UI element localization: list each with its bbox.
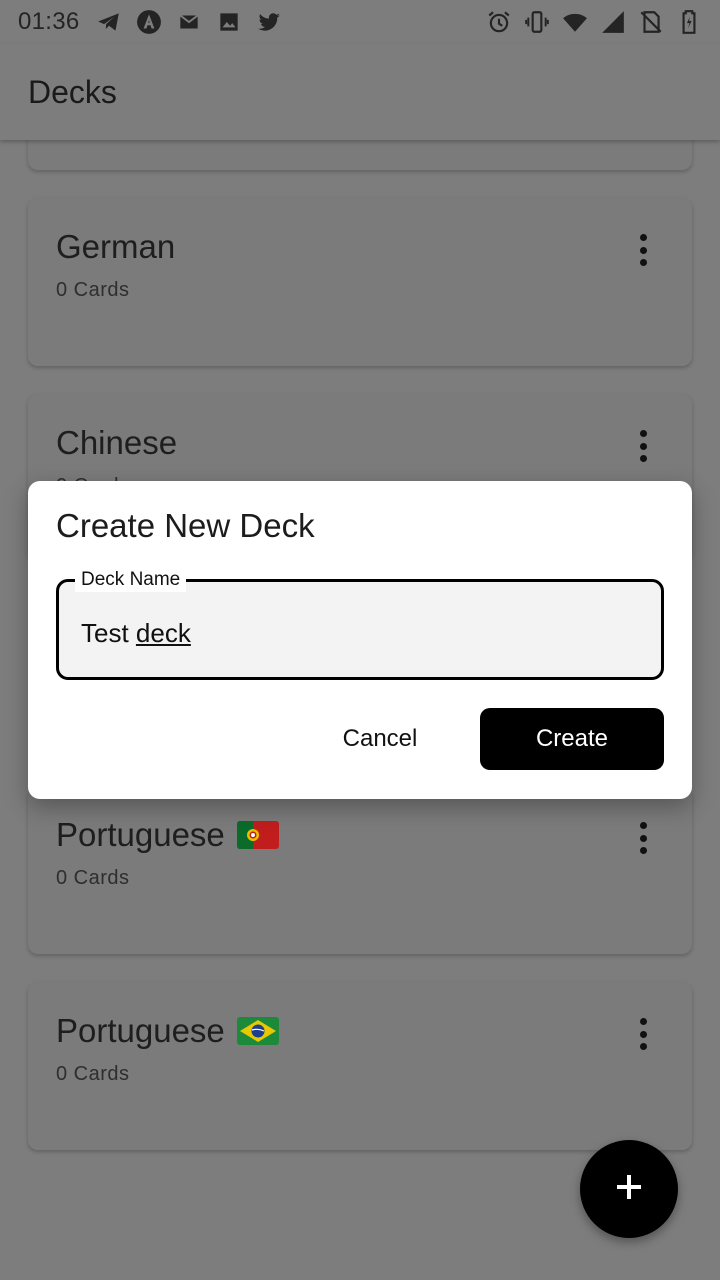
alarm-icon [486,9,512,35]
deck-card-partial[interactable] [28,140,692,170]
deck-card[interactable]: Portuguese 0 Cards [28,982,692,1150]
deck-name-field[interactable]: Deck Name Test deck [56,568,664,680]
no-sim-icon [638,9,664,35]
more-vert-icon[interactable] [632,430,654,462]
page-title: Decks [28,73,117,110]
more-vert-icon[interactable] [632,1018,654,1050]
twitter-icon [256,9,282,35]
add-deck-button[interactable] [580,1140,678,1238]
create-deck-dialog: Create New Deck Deck Name Test deck Canc… [28,481,692,799]
deck-card[interactable]: German 0 Cards [28,198,692,366]
status-time: 01:36 [18,8,80,35]
dialog-title: Create New Deck [56,507,315,544]
deck-name-input[interactable]: Test deck [81,618,191,649]
deck-title: Portuguese [56,1012,225,1049]
deck-name-value-underlined: deck [135,618,191,648]
notification-a-icon [136,9,162,35]
signal-icon [600,9,626,35]
system-icons [486,9,702,35]
plus-icon [614,1172,644,1207]
deck-card-count: 0 Cards [56,279,130,301]
wifi-icon [562,9,588,35]
deck-name-value-plain: Test [81,618,136,648]
deck-title-row: Portuguese [56,1012,279,1050]
cancel-button[interactable]: Cancel [318,708,442,770]
create-button[interactable]: Create [480,708,664,770]
deck-card[interactable]: Portuguese 0 Cards [28,786,692,954]
more-vert-icon[interactable] [632,822,654,854]
brazil-flag-icon [236,1017,279,1045]
mail-icon [176,9,202,35]
vibrate-icon [524,9,550,35]
portugal-flag-icon [236,821,279,849]
app-bar: Decks [0,44,720,140]
deck-title: Chinese [56,424,178,461]
more-vert-icon[interactable] [632,234,654,266]
notification-icons [96,9,282,35]
deck-name-label: Deck Name [75,568,187,592]
image-icon [216,9,242,35]
deck-title-row: Portuguese [56,816,279,854]
deck-title: German [56,228,176,265]
status-bar: 01:36 [0,0,720,44]
deck-card-count: 0 Cards [56,867,130,889]
deck-card-count: 0 Cards [56,1063,130,1085]
telegram-icon [96,9,122,35]
deck-title: Portuguese [56,816,225,853]
battery-icon [676,9,702,35]
